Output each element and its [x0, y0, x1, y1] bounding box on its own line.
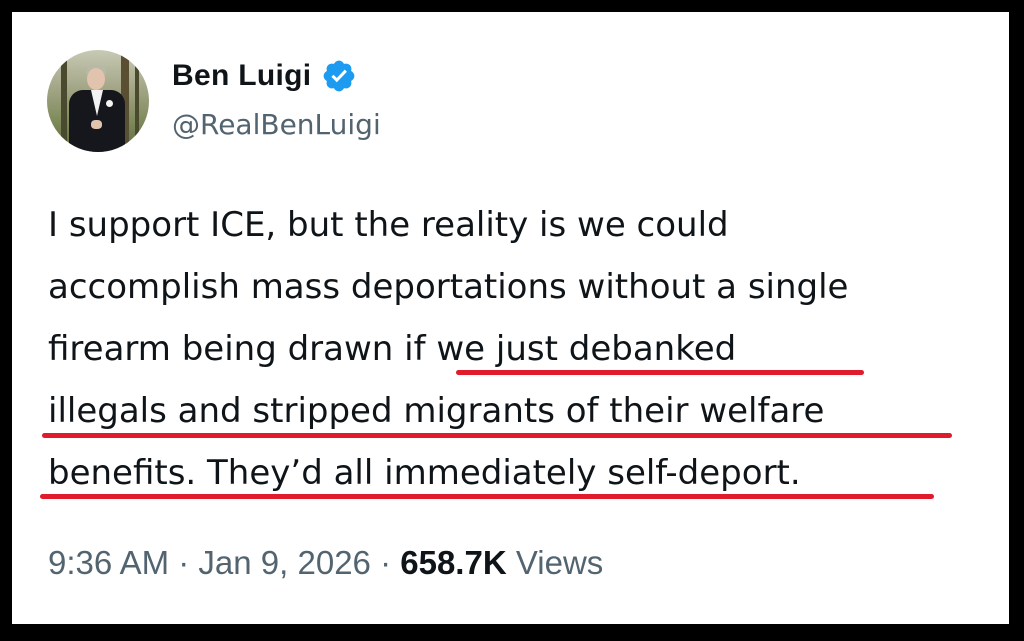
author-handle[interactable]: @RealBenLuigi — [172, 108, 381, 141]
meta-separator: · — [380, 544, 392, 581]
author-display-name[interactable]: Ben Luigi — [172, 59, 311, 93]
tweet-time[interactable]: 9:36 AM — [48, 544, 169, 581]
avatar-hand — [91, 120, 102, 129]
views-count[interactable]: 658.7K — [400, 544, 506, 581]
tweet-card: Ben Luigi @RealBenLuigi I support ICE, b… — [12, 12, 1009, 624]
highlight-underline — [456, 370, 864, 375]
avatar-tree — [135, 50, 139, 152]
tweet-date[interactable]: Jan 9, 2026 — [198, 544, 370, 581]
author-name-row: Ben Luigi — [172, 56, 357, 96]
meta-separator: · — [178, 544, 190, 581]
highlight-underline — [42, 433, 952, 438]
avatar[interactable] — [47, 50, 149, 152]
tweet-meta: 9:36 AM · Jan 9, 2026 · 658.7K Views — [48, 544, 603, 582]
tweet-text-line: accomplish mass deportations without a s… — [48, 267, 849, 307]
avatar-head — [87, 68, 105, 90]
tweet-text-line: I support ICE, but the reality is we cou… — [48, 205, 729, 245]
verified-badge-icon[interactable] — [321, 58, 357, 94]
views-label: Views — [515, 544, 604, 581]
highlight-underline — [40, 494, 934, 499]
avatar-tree — [61, 50, 67, 152]
avatar-boutonniere — [106, 100, 113, 107]
